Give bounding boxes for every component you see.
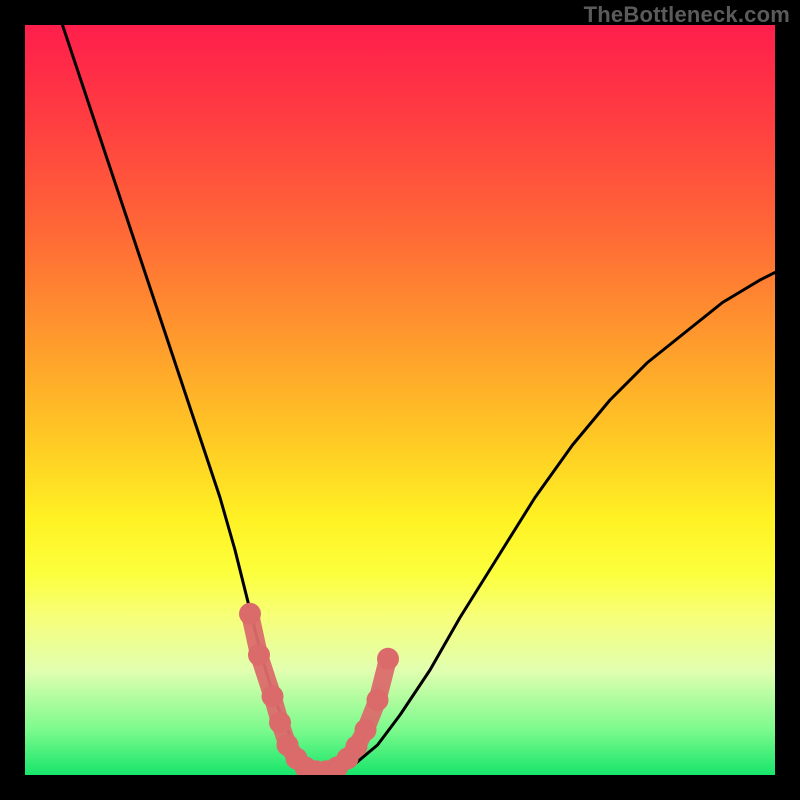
watermark-text: TheBottleneck.com bbox=[584, 2, 790, 28]
plot-area bbox=[25, 25, 775, 775]
trough-dot bbox=[355, 719, 377, 741]
trough-dot bbox=[248, 644, 270, 666]
chart-frame: TheBottleneck.com bbox=[0, 0, 800, 800]
trough-dot bbox=[367, 689, 389, 711]
trough-dot bbox=[269, 712, 291, 734]
bottleneck-curve bbox=[63, 25, 776, 771]
curve-layer bbox=[25, 25, 775, 775]
trough-dot bbox=[377, 648, 399, 670]
trough-dot bbox=[262, 685, 284, 707]
trough-dot bbox=[239, 603, 261, 625]
